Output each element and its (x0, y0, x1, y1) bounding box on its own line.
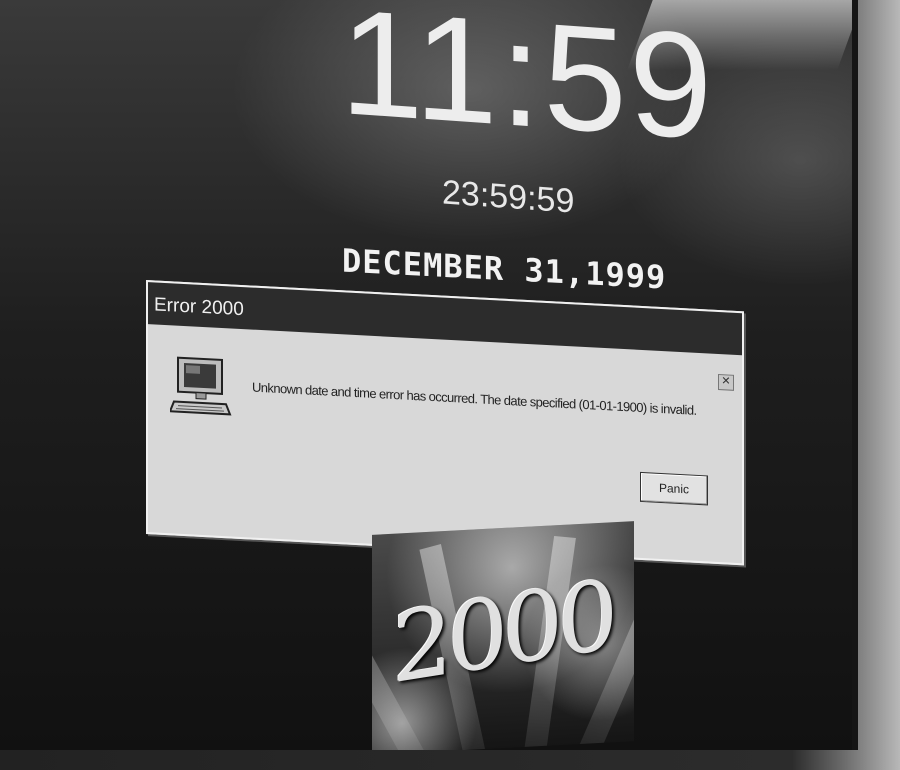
date-label: DECEMBER 31,1999 (342, 241, 667, 297)
dialog-title: Error 2000 (154, 294, 244, 321)
clock-large: 11:59 (340, 0, 715, 172)
year-2000-banner: 2000 (372, 521, 634, 750)
panic-button[interactable]: Panic (640, 471, 708, 506)
clock-seconds: 23:59:59 (442, 173, 575, 221)
close-icon[interactable]: ✕ (718, 373, 734, 391)
banner-year: 2000 (392, 558, 613, 706)
screen: 11:59 23:59:59 DECEMBER 31,1999 Error 20… (0, 0, 858, 750)
error-message: Unknown date and time error has occurred… (252, 379, 697, 418)
computer-icon (170, 356, 232, 416)
error-dialog: Error 2000 ✕ Unknown date and time error… (146, 280, 744, 566)
